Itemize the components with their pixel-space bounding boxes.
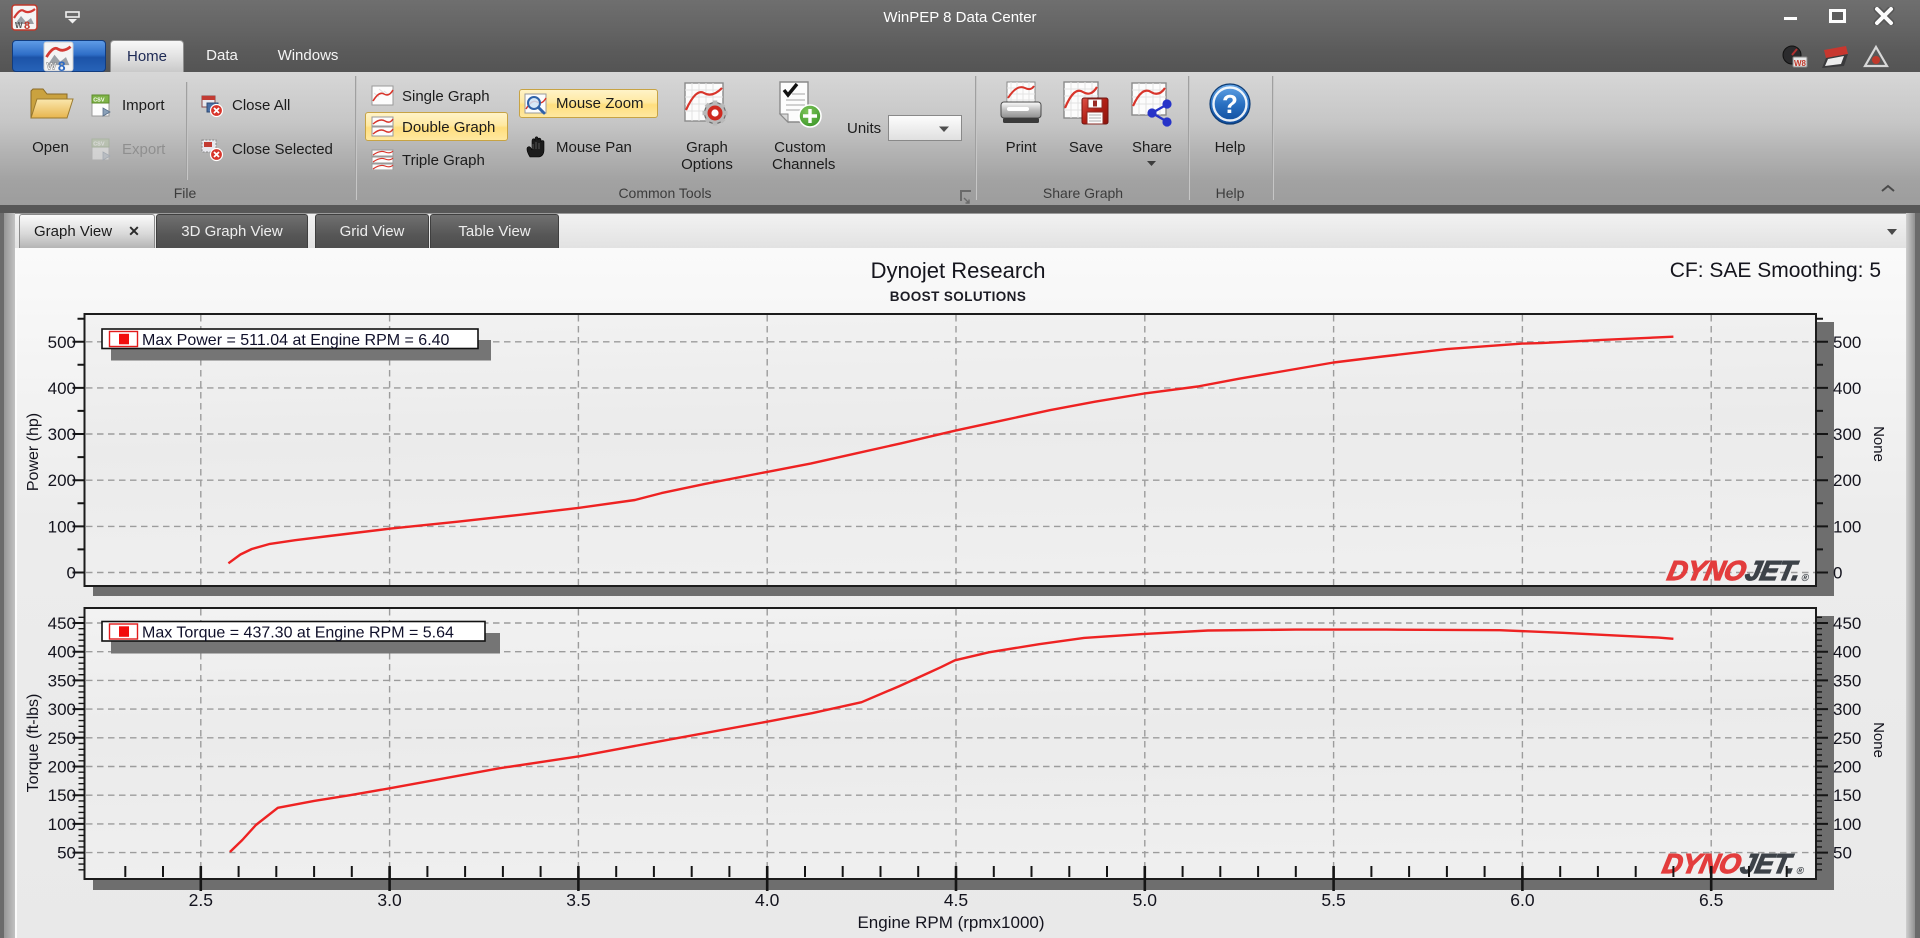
svg-text:Max Torque = 437.30 at Engine: Max Torque = 437.30 at Engine RPM = 5.64 [142,624,454,641]
svg-text:5.5: 5.5 [1321,890,1345,910]
svg-text:100: 100 [1833,517,1861,536]
svg-text:JET.: JET. [1743,555,1804,586]
svg-text:250: 250 [1833,729,1861,748]
svg-text:200: 200 [1833,471,1861,490]
svg-text:Engine RPM (rpmx1000): Engine RPM (rpmx1000) [857,913,1044,932]
svg-text:100: 100 [48,815,76,834]
svg-text:400: 400 [1833,643,1861,662]
svg-text:6.5: 6.5 [1699,890,1723,910]
svg-text:200: 200 [48,471,76,490]
svg-text:250: 250 [48,729,76,748]
svg-text:CF: SAE Smoothing: 5: CF: SAE Smoothing: 5 [1670,259,1881,282]
svg-text:100: 100 [48,517,76,536]
svg-text:6.0: 6.0 [1510,890,1535,910]
svg-text:300: 300 [1833,700,1861,719]
svg-text:0: 0 [1833,564,1842,583]
svg-text:450: 450 [1833,614,1861,633]
svg-text:Torque (ft-lbs): Torque (ft-lbs) [25,694,42,793]
svg-text:Dynojet Research: Dynojet Research [871,258,1046,283]
svg-text:400: 400 [48,643,76,662]
svg-text:500: 500 [48,333,76,352]
svg-text:400: 400 [1833,379,1861,398]
svg-text:None: None [1870,426,1887,462]
svg-text:JET.: JET. [1738,848,1799,879]
svg-text:450: 450 [48,614,76,633]
svg-text:500: 500 [1833,333,1861,352]
svg-text:300: 300 [1833,425,1861,444]
svg-text:2.5: 2.5 [189,890,213,910]
svg-text:300: 300 [48,700,76,719]
svg-text:3.5: 3.5 [566,890,590,910]
svg-text:150: 150 [48,786,76,805]
svg-text:DYNO: DYNO [1665,555,1750,586]
svg-text:50: 50 [1833,844,1852,863]
svg-text:5.0: 5.0 [1133,890,1158,910]
svg-text:400: 400 [48,379,76,398]
svg-text:Power (hp): Power (hp) [25,413,42,491]
svg-text:3.0: 3.0 [377,890,402,910]
svg-text:Max Power = 511.04 at Engine R: Max Power = 511.04 at Engine RPM = 6.40 [142,332,450,349]
svg-text:150: 150 [1833,786,1861,805]
svg-text:BOOST SOLUTIONS: BOOST SOLUTIONS [890,289,1027,304]
svg-text:200: 200 [1833,758,1861,777]
svg-text:100: 100 [1833,815,1861,834]
svg-text:4.5: 4.5 [944,890,968,910]
svg-text:350: 350 [48,671,76,690]
svg-text:300: 300 [48,425,76,444]
svg-text:200: 200 [48,758,76,777]
svg-text:350: 350 [1833,671,1861,690]
svg-text:4.0: 4.0 [755,890,780,910]
svg-text:50: 50 [57,844,76,863]
svg-text:0: 0 [67,564,76,583]
svg-text:None: None [1870,722,1887,758]
